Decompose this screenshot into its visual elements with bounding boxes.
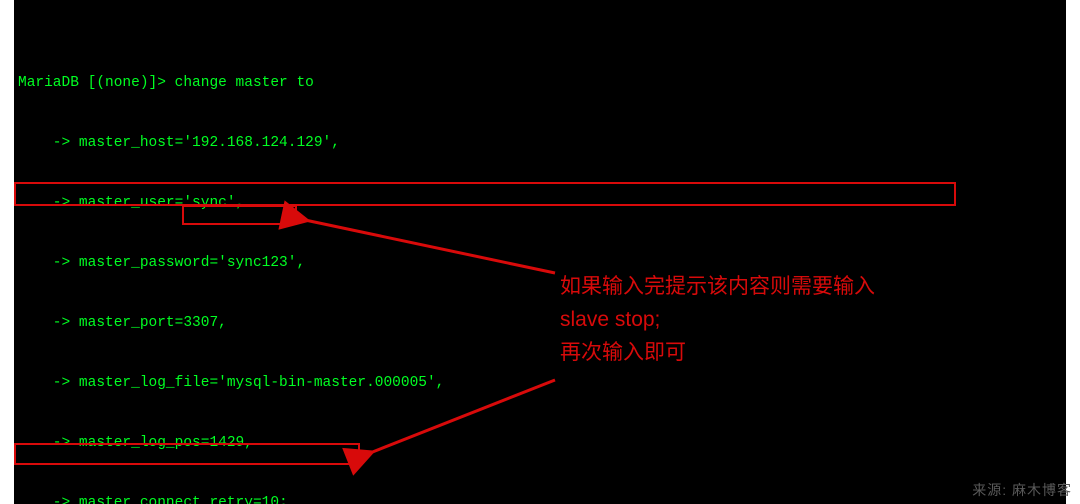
cont-line: -> master_connect_retry=10; bbox=[18, 493, 1066, 504]
cont-line: -> master_log_file='mysql-bin-master.000… bbox=[18, 373, 1066, 393]
highlight-box-slave-stop bbox=[182, 205, 297, 225]
annotation-line2: slave stop; bbox=[560, 303, 875, 336]
prompt-line: MariaDB [(none)]> change master to bbox=[18, 73, 1066, 93]
highlight-box-error bbox=[14, 182, 956, 206]
cont-line: -> master_port=3307, bbox=[18, 313, 1066, 333]
highlight-box-ok2 bbox=[14, 443, 360, 465]
annotation-text: 如果输入完提示该内容则需要输入 slave stop; 再次输入即可 bbox=[560, 270, 875, 369]
terminal-window[interactable]: MariaDB [(none)]> change master to -> ma… bbox=[14, 0, 1066, 504]
annotation-line3: 再次输入即可 bbox=[560, 336, 875, 369]
annotation-line1: 如果输入完提示该内容则需要输入 bbox=[560, 270, 875, 303]
screenshot-root: MariaDB [(none)]> change master to -> ma… bbox=[0, 0, 1080, 504]
source-watermark: 来源: 麻木博客 bbox=[972, 480, 1072, 500]
cont-line: -> master_host='192.168.124.129', bbox=[18, 133, 1066, 153]
cont-line: -> master_password='sync123', bbox=[18, 253, 1066, 273]
